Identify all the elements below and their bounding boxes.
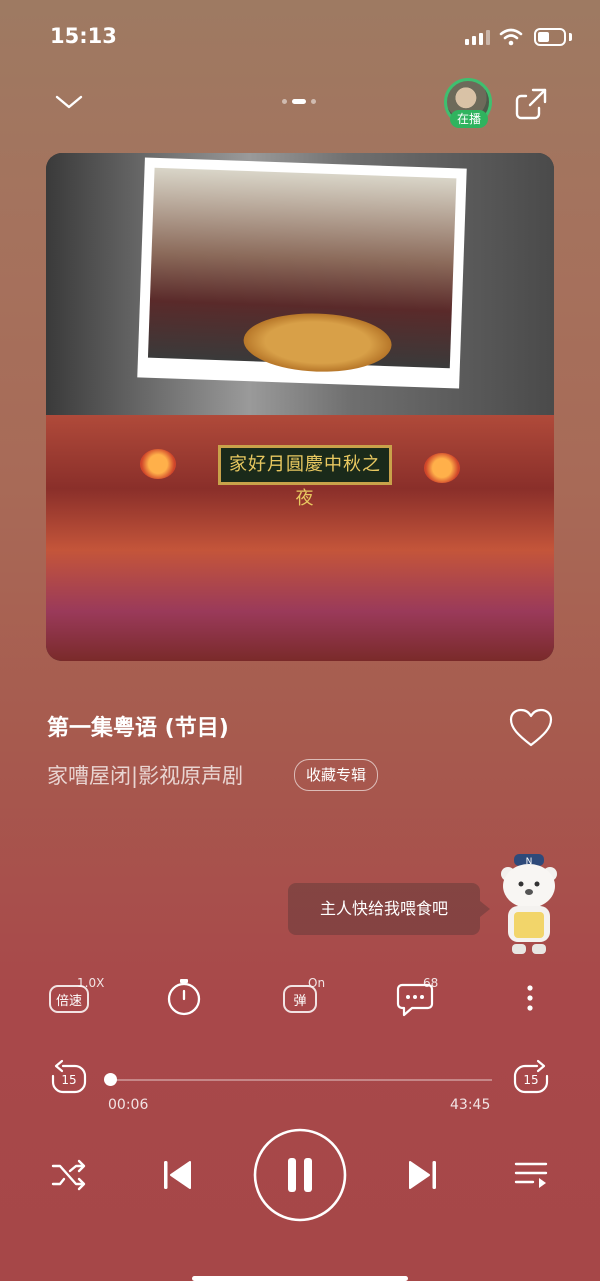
battery-icon [534, 28, 566, 46]
page-dot-active [292, 99, 306, 104]
rewind-seconds: 15 [61, 1073, 77, 1087]
cover-banner: 家好月圓慶中秋之夜 [218, 445, 392, 509]
more-options-icon[interactable] [525, 984, 535, 1012]
album-link[interactable]: 家嘈屋闭|影视原声剧 [47, 760, 243, 790]
page-dot [311, 99, 316, 104]
episode-title: 第一集粤语 (节目) [47, 716, 229, 741]
mascot-speech-bubble: 主人快给我喂食吧 [288, 883, 490, 935]
lantern-right [424, 453, 460, 483]
share-icon[interactable] [513, 86, 549, 122]
wifi-icon [499, 28, 523, 46]
cover-polaroid [137, 157, 467, 389]
battery-cap [569, 33, 572, 41]
mooncake-image [242, 311, 393, 375]
bear-mascot-icon[interactable]: N [494, 852, 570, 964]
collect-album-button[interactable]: 收藏专辑 [294, 759, 379, 791]
cellular-signal-icon [465, 30, 490, 45]
sleep-timer-icon[interactable] [166, 978, 202, 1016]
current-time: 00:06 [108, 1097, 149, 1113]
comment-count: 68 [423, 976, 439, 990]
album-cover: 家好月圓慶中秋之夜 [46, 153, 554, 661]
danmaku-state: On [308, 976, 326, 990]
page-indicator[interactable] [282, 99, 316, 104]
shuffle-icon[interactable] [51, 1158, 87, 1192]
cover-photo-top [46, 153, 554, 415]
next-track-icon[interactable] [406, 1158, 440, 1192]
page-dot [282, 99, 287, 104]
cover-polaroid-photo [147, 167, 457, 375]
previous-track-icon[interactable] [160, 1158, 194, 1192]
total-time: 43:45 [450, 1097, 491, 1113]
now-playing-badge: 在播 [450, 110, 488, 128]
forward-seconds: 15 [523, 1073, 539, 1087]
playlist-icon[interactable] [513, 1158, 549, 1192]
pause-button[interactable] [253, 1128, 347, 1222]
status-time: 15:13 [50, 24, 117, 48]
progress-track[interactable] [110, 1079, 492, 1081]
collapse-chevron-down-icon[interactable] [54, 92, 84, 112]
home-indicator [192, 1276, 408, 1281]
progress-thumb[interactable] [104, 1073, 117, 1086]
speed-value: 1.0X [77, 976, 105, 990]
lantern-left [140, 449, 176, 479]
like-heart-icon[interactable] [508, 707, 554, 749]
